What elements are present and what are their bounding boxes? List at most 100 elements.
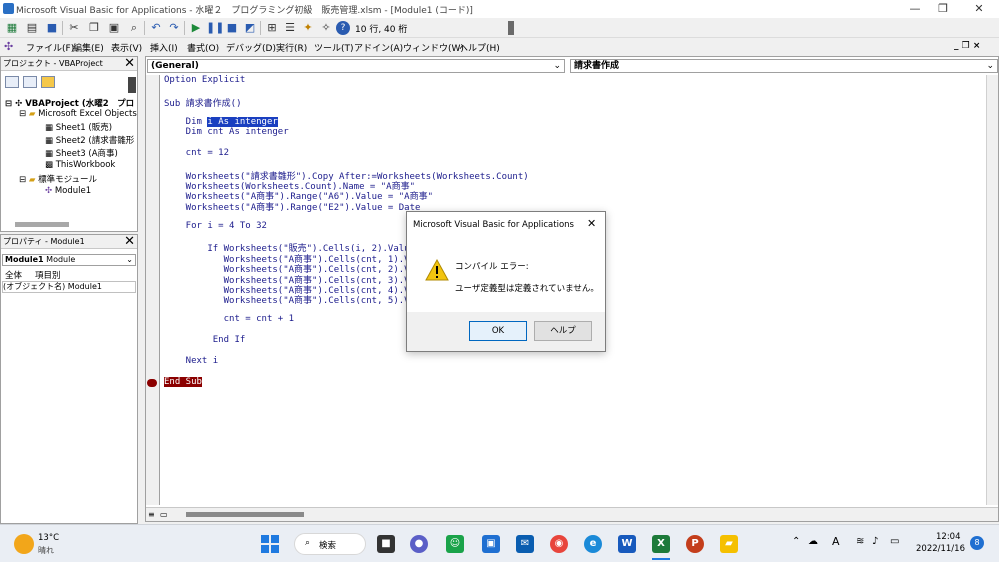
menu-tools[interactable]: ツール(T): [314, 41, 354, 54]
code-hscroll[interactable]: ≡ ▭: [146, 507, 998, 521]
menu-file[interactable]: ファイル(F): [26, 41, 74, 54]
mail-icon[interactable]: ✉: [516, 535, 534, 553]
redo-icon[interactable]: ↷: [166, 20, 182, 36]
project-explorer-icon[interactable]: ⊞: [264, 20, 280, 36]
clock-time[interactable]: 12:04: [936, 532, 961, 542]
menu-debug[interactable]: デバッグ(D): [226, 41, 276, 54]
save-icon[interactable]: ■: [44, 20, 60, 36]
menu-edit[interactable]: 編集(E): [73, 41, 104, 54]
tree-item-vbaproject[interactable]: ⊟ ✣ VBAProject (水曜2 プロ: [5, 97, 134, 109]
onedrive-icon[interactable]: ☁: [808, 536, 818, 547]
design-mode-icon[interactable]: ◩: [242, 20, 258, 36]
menu-window[interactable]: ウィンドウ(W): [403, 41, 464, 54]
tree-item-sheet1[interactable]: ▦ Sheet1 (販売): [45, 121, 112, 133]
code-line[interactable]: End If: [164, 335, 246, 345]
toggle-folders-icon[interactable]: [41, 76, 55, 88]
excel-taskbar-icon[interactable]: X: [652, 535, 670, 553]
close-button[interactable]: ✕: [964, 2, 994, 15]
menu-format[interactable]: 書式(O): [187, 41, 219, 54]
code-line[interactable]: Sub 請求書作成(): [164, 96, 242, 109]
weather-temp[interactable]: 13°C: [38, 533, 59, 543]
volume-icon[interactable]: ♪: [872, 536, 878, 547]
object-combo[interactable]: Module1 Module ⌄: [2, 254, 136, 266]
hscroll-thumb[interactable]: [186, 512, 304, 517]
paste-icon[interactable]: ▣: [106, 20, 122, 36]
menu-run[interactable]: 実行(R): [276, 41, 307, 54]
search-box[interactable]: ⌕ 検索: [294, 533, 366, 555]
mdi-window-controls[interactable]: _ ❐ ×: [954, 41, 980, 51]
cut-icon[interactable]: ✂: [66, 20, 82, 36]
project-scrollbar[interactable]: [128, 77, 136, 93]
weather-icon[interactable]: [14, 534, 34, 554]
toolbox-icon[interactable]: ✧: [318, 20, 334, 36]
tree-item-sheet2[interactable]: ▦ Sheet2 (請求書雛形: [45, 134, 134, 146]
module-view-icon[interactable]: ▭: [160, 510, 168, 519]
clock-date[interactable]: 2022/11/16: [916, 544, 965, 554]
project-close-icon[interactable]: ✕: [124, 56, 135, 71]
run-icon[interactable]: ▶: [188, 20, 204, 36]
tree-item-standard-modules[interactable]: ⊟ ▰ 標準モジュール: [19, 173, 97, 185]
battery-icon[interactable]: ▭: [890, 536, 899, 547]
procedure-view-icon[interactable]: ≡: [148, 510, 155, 519]
find-icon[interactable]: ⌕: [126, 20, 142, 36]
properties-close-icon[interactable]: ✕: [124, 234, 135, 249]
dialog-close-icon[interactable]: ✕: [587, 217, 596, 230]
chat-icon[interactable]: ●: [410, 535, 428, 553]
code-line[interactable]: For i = 4 To 32: [164, 221, 267, 231]
tree-item-module1[interactable]: ✣ Module1: [45, 186, 91, 196]
tab-alphabetic[interactable]: 全体: [5, 269, 22, 281]
help-icon[interactable]: ?: [336, 21, 350, 35]
line-app-icon[interactable]: ☺: [446, 535, 464, 553]
restore-button[interactable]: ❐: [928, 2, 958, 15]
wifi-icon[interactable]: ≋: [856, 536, 864, 547]
code-line[interactable]: End Sub: [164, 376, 202, 387]
app-icon[interactable]: ▣: [482, 535, 500, 553]
properties-icon[interactable]: ☰: [282, 20, 298, 36]
help-button[interactable]: ヘルプ: [534, 321, 592, 341]
menu-view[interactable]: 表示(V): [111, 41, 142, 54]
tree-item-excel-objects[interactable]: ⊟ ▰ Microsoft Excel Objects: [19, 109, 137, 119]
code-line[interactable]: Next i: [164, 356, 219, 366]
code-line[interactable]: cnt = 12: [164, 148, 229, 158]
code-line[interactable]: Option Explicit: [164, 75, 245, 85]
edge-icon[interactable]: e: [584, 535, 602, 553]
powerpoint-icon[interactable]: P: [686, 535, 704, 553]
undo-icon[interactable]: ↶: [148, 20, 164, 36]
start-icon[interactable]: [261, 535, 279, 553]
stop-icon[interactable]: ■: [224, 20, 240, 36]
property-row-name[interactable]: (オブジェクト名) Module1: [2, 281, 136, 293]
code-line[interactable]: cnt = cnt + 1: [164, 314, 294, 324]
copy-icon[interactable]: ❐: [86, 20, 102, 36]
notification-badge[interactable]: 8: [970, 536, 984, 550]
object-dropdown[interactable]: (General) ⌄: [147, 59, 565, 73]
tree-item-thisworkbook[interactable]: ▩ ThisWorkbook: [45, 160, 115, 170]
view-object-icon[interactable]: [23, 76, 37, 88]
breakpoint-icon[interactable]: [147, 379, 157, 387]
code-vscroll[interactable]: [986, 75, 998, 505]
tab-categorized[interactable]: 項目別: [35, 269, 61, 281]
procedure-dropdown[interactable]: 請求書作成 ⌄: [570, 59, 998, 73]
menu-addins[interactable]: アドイン(A): [354, 41, 403, 54]
pause-icon[interactable]: ❚❚: [206, 20, 224, 36]
menu-help[interactable]: ヘルプ(H): [459, 41, 500, 54]
chrome-icon[interactable]: ◉: [550, 535, 568, 553]
code-line[interactable]: Worksheets("A商事").Range("E2").Value = Da…: [164, 200, 421, 213]
insert-icon[interactable]: ▤: [24, 20, 40, 36]
ok-button[interactable]: OK: [469, 321, 527, 341]
ime-indicator[interactable]: A: [832, 535, 840, 548]
menu-insert[interactable]: 挿入(I): [150, 41, 178, 54]
code-line[interactable]: Dim cnt As intenger: [164, 127, 289, 137]
minimize-button[interactable]: —: [900, 2, 930, 15]
code-line[interactable]: Dim i As intenger: [164, 116, 278, 127]
selected-text[interactable]: i As intenger: [207, 116, 278, 127]
file-explorer-icon[interactable]: ▰: [720, 535, 738, 553]
view-code-icon[interactable]: [5, 76, 19, 88]
toolbar-grip[interactable]: [508, 21, 514, 35]
task-view-icon[interactable]: ■: [377, 535, 395, 553]
tree-item-sheet3[interactable]: ▦ Sheet3 (A商事): [45, 147, 118, 159]
breakpoint-line[interactable]: End Sub: [164, 376, 202, 387]
margin-indicator-bar[interactable]: [146, 75, 160, 505]
object-browser-icon[interactable]: ✦: [300, 20, 316, 36]
tray-chevron-icon[interactable]: ⌃: [792, 536, 800, 547]
project-hscroll-thumb[interactable]: [15, 222, 69, 227]
